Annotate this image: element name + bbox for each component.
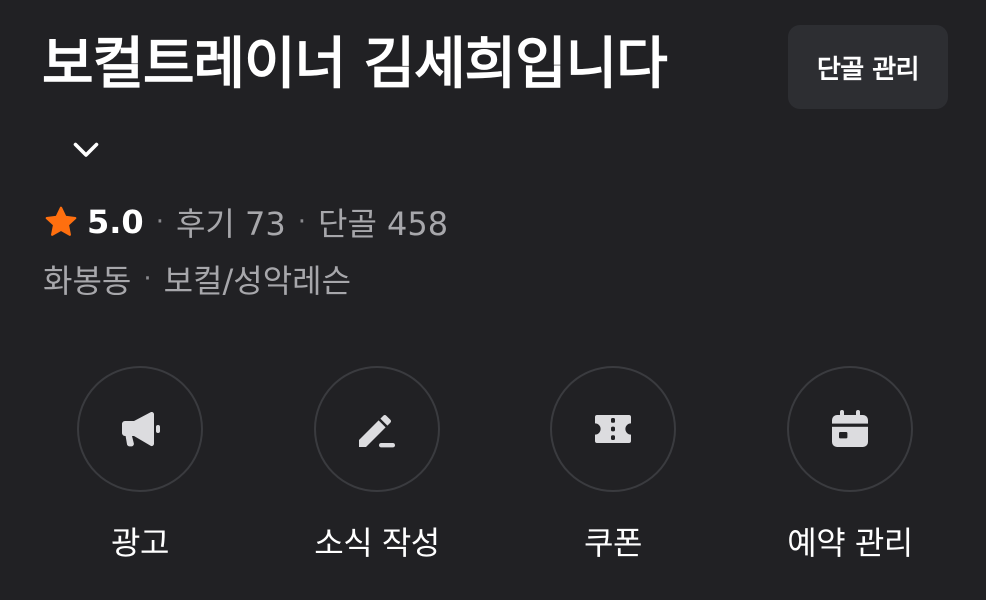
action-circle bbox=[77, 366, 203, 492]
title-block: 보컬트레이너 김세희입니다 bbox=[42, 22, 722, 194]
action-circle bbox=[314, 366, 440, 492]
location-label: 화봉동 bbox=[43, 262, 132, 300]
page-title-text: 보컬트레이너 김세희입니다 bbox=[42, 32, 668, 97]
calendar-icon bbox=[832, 410, 868, 447]
stats-row: 5.0 · 후기 73 · 단골 458 bbox=[43, 198, 448, 246]
quick-actions: 광고 소식 작성 쿠폰 예약 관리 bbox=[0, 366, 986, 566]
action-circle bbox=[787, 366, 913, 492]
megaphone-icon bbox=[122, 411, 160, 447]
category-label: 보컬/성악레슨 bbox=[163, 262, 352, 300]
separator-dot: · bbox=[155, 207, 164, 237]
action-write-news-button[interactable]: 소식 작성 bbox=[287, 366, 467, 564]
action-label: 예약 관리 bbox=[787, 524, 913, 562]
meta-row: 화봉동 · 보컬/성악레슨 bbox=[43, 256, 351, 302]
page-title[interactable]: 보컬트레이너 김세희입니다 bbox=[42, 22, 722, 194]
coupon-icon bbox=[595, 415, 631, 443]
action-coupon-button[interactable]: 쿠폰 bbox=[523, 366, 703, 564]
manage-regulars-label: 단골 관리 bbox=[816, 54, 920, 85]
business-profile-header: 보컬트레이너 김세희입니다 단골 관리 5.0 · 후기 73 · 단골 458… bbox=[0, 0, 986, 600]
review-count[interactable]: 후기 73 bbox=[176, 199, 286, 245]
action-label: 쿠폰 bbox=[584, 524, 642, 562]
chevron-down-icon[interactable] bbox=[68, 131, 104, 167]
separator-dot: · bbox=[297, 207, 306, 237]
star-icon bbox=[45, 206, 77, 236]
action-label: 소식 작성 bbox=[314, 524, 440, 562]
separator-dot: · bbox=[143, 264, 152, 294]
action-label: 광고 bbox=[111, 524, 169, 562]
action-circle bbox=[550, 366, 676, 492]
manage-regulars-button[interactable]: 단골 관리 bbox=[788, 25, 948, 109]
pencil-icon bbox=[359, 415, 395, 448]
rating-value: 5.0 bbox=[87, 203, 144, 241]
regulars-count[interactable]: 단골 458 bbox=[318, 199, 448, 245]
action-advertise-button[interactable]: 광고 bbox=[50, 366, 230, 564]
action-reservation-button[interactable]: 예약 관리 bbox=[760, 366, 940, 564]
